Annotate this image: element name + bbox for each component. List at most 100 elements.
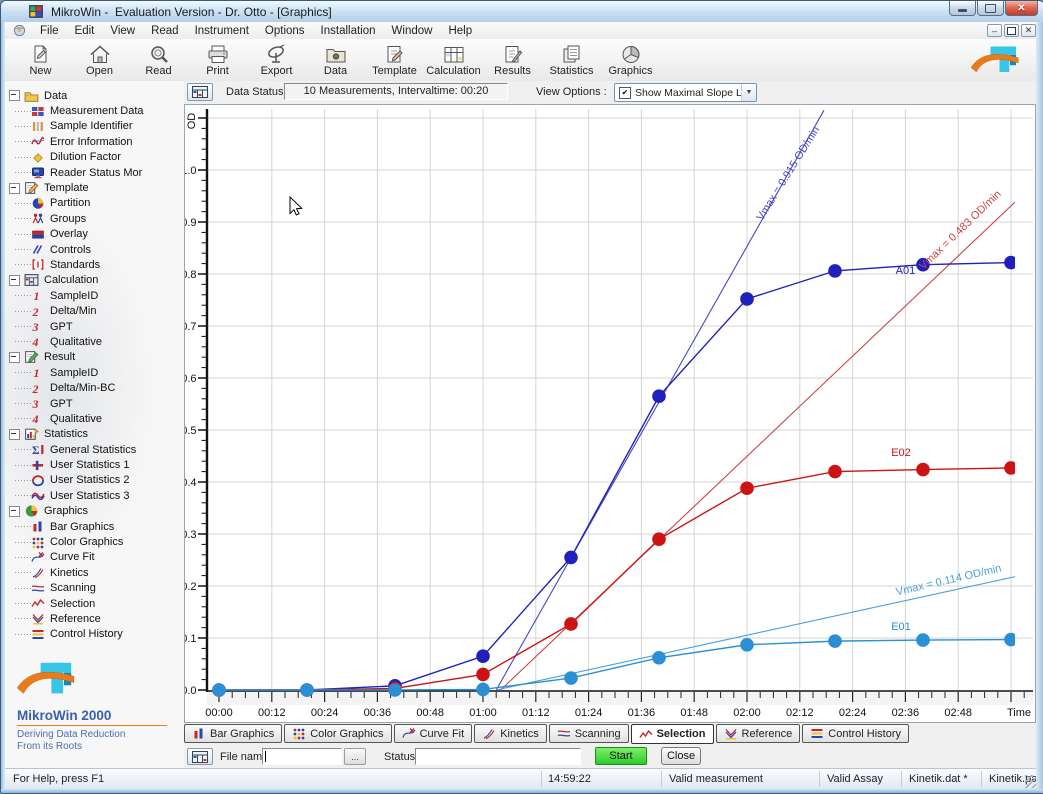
sidebar-item-dilution-factor[interactable]: Dilution Factor [5, 150, 184, 165]
start-button[interactable]: Start [595, 747, 647, 765]
people-icon [31, 212, 45, 225]
menu-item-file[interactable]: File [32, 24, 67, 38]
maximize-button[interactable] [977, 1, 1004, 16]
sidebar-item-color-graphics[interactable]: Color Graphics [5, 534, 184, 549]
tab-kinetics[interactable]: Kinetics [474, 724, 547, 743]
toolbar-open-button[interactable]: Open [70, 39, 129, 81]
sidebar-item-kinetics[interactable]: Kinetics [5, 565, 184, 580]
sidebar-item-overlay[interactable]: Overlay [5, 227, 184, 242]
menu-item-help[interactable]: Help [440, 24, 480, 38]
toolbar-statistics-button[interactable]: Statistics [542, 39, 601, 81]
file-name-input[interactable] [262, 748, 342, 765]
sidebar-item-selection[interactable]: Selection [5, 596, 184, 611]
tab-selection[interactable]: Selection [631, 724, 714, 744]
menu-item-options[interactable]: Options [257, 24, 313, 38]
sidebar-item-general-statistics[interactable]: ΣGeneral Statistics [5, 442, 184, 457]
menu-item-window[interactable]: Window [384, 24, 441, 38]
tree-collapse-box[interactable] [9, 183, 20, 194]
kinetics-icon [31, 566, 45, 579]
sidebar-item-curve-fit[interactable]: Curve Fit [5, 550, 184, 565]
toolbar-new-button[interactable]: New [11, 39, 70, 81]
sidebar-item-sampleid[interactable]: 1SampleID [5, 288, 184, 303]
sidebar-item-bar-graphics[interactable]: Bar Graphics [5, 519, 184, 534]
minimize-button[interactable] [949, 1, 976, 16]
mdi-restore-button[interactable] [1004, 24, 1019, 37]
browse-button[interactable]: ... [344, 748, 366, 765]
vbars-icon [31, 120, 45, 133]
chevron-down-icon[interactable]: ▼ [741, 84, 756, 101]
tab-color-graphics[interactable]: Color Graphics [284, 724, 391, 743]
sidebar-item-qualitative[interactable]: 4Qualitative [5, 334, 184, 349]
sidebar-item-reference[interactable]: Reference [5, 611, 184, 626]
tab-bar-graphics[interactable]: Bar Graphics [184, 724, 282, 743]
sidebar-item-user-statistics-3[interactable]: User Statistics 3 [5, 488, 184, 503]
sidebar-item-result[interactable]: Result [5, 350, 184, 365]
sidebar-item-qualitative[interactable]: 4Qualitative [5, 411, 184, 426]
toolbar-template-button[interactable]: Template [365, 39, 424, 81]
toolbar-label: New [29, 65, 51, 77]
sidebar-item-delta-min-bc[interactable]: 2Delta/Min-BC [5, 380, 184, 395]
sidebar-item-delta-min[interactable]: 2Delta/Min [5, 303, 184, 318]
svg-text:2: 2 [32, 382, 39, 395]
checkbox-checked-icon[interactable]: ✔ [619, 87, 631, 99]
sidebar-item-scanning[interactable]: Scanning [5, 581, 184, 596]
sidebar-item-label: Color Graphics [50, 536, 123, 548]
mdi-close-button[interactable]: ✕ [1021, 24, 1036, 37]
toolbar-read-button[interactable]: Read [129, 39, 188, 81]
graphics-tab-strip: Bar GraphicsColor GraphicsCurve FitKinet… [184, 723, 1036, 745]
sidebar-item-calculation[interactable]: Calculation [5, 273, 184, 288]
sidebar-item-error-information[interactable]: Error Information [5, 134, 184, 149]
toolbar-graphics-button[interactable]: Graphics [601, 39, 660, 81]
sidebar-item-sampleid[interactable]: 1SampleID [5, 365, 184, 380]
sidebar-item-data[interactable]: Data [5, 88, 184, 103]
sidebar-item-label: Qualitative [50, 413, 102, 425]
sidebar-item-measurement-data[interactable]: Measurement Data [5, 103, 184, 118]
sidebar-item-gpt[interactable]: 3GPT [5, 319, 184, 334]
sidebar-item-template[interactable]: Template [5, 180, 184, 195]
svg-text:0.4: 0.4 [185, 477, 197, 489]
tree-collapse-box[interactable] [9, 506, 20, 517]
app-window: MikroWin - Evaluation Version - Dr. Otto… [0, 0, 1043, 794]
tree-collapse-box[interactable] [9, 352, 20, 363]
sidebar-item-sample-identifier[interactable]: Sample Identifier [5, 119, 184, 134]
menu-item-view[interactable]: View [102, 24, 143, 38]
toolbar-data-button[interactable]: Data [306, 39, 365, 81]
sidebar-item-gpt[interactable]: 3GPT [5, 396, 184, 411]
tree-collapse-box[interactable] [9, 275, 20, 286]
menu-item-edit[interactable]: Edit [67, 24, 103, 38]
sidebar-item-controls[interactable]: Controls [5, 242, 184, 257]
sidebar-item-user-statistics-2[interactable]: User Statistics 2 [5, 473, 184, 488]
system-menu-icon[interactable] [13, 24, 26, 37]
file-grid-icon-button[interactable] [187, 748, 213, 765]
sidebar-item-reader-status-mor[interactable]: Reader Status Mor [5, 165, 184, 180]
view-options-dropdown[interactable]: ✔ Show Maximal Slope Line ▼ [614, 83, 757, 102]
tab-reference[interactable]: Reference [716, 724, 801, 743]
tab-curve-fit[interactable]: Curve Fit [394, 724, 473, 743]
sidebar-item-control-history[interactable]: Control History [5, 627, 184, 642]
sidebar-item-user-statistics-1[interactable]: User Statistics 1 [5, 457, 184, 472]
close-dialog-button[interactable]: Close [661, 747, 701, 765]
sidebar-item-graphics[interactable]: Graphics [5, 504, 184, 519]
sidebar-item-standards[interactable]: Standards [5, 257, 184, 272]
svg-text:00:48: 00:48 [416, 707, 444, 719]
tab-control-history[interactable]: Control History [802, 724, 909, 743]
data-grid-icon-button[interactable] [187, 83, 213, 101]
sidebar-item-partition[interactable]: Partition [5, 196, 184, 211]
toolbar-results-button[interactable]: Results [483, 39, 542, 81]
tree-collapse-box[interactable] [9, 90, 20, 101]
title-bar[interactable]: MikroWin - Evaluation Version - Dr. Otto… [1, 1, 1043, 22]
close-button[interactable]: ✕ [1005, 1, 1038, 16]
sidebar-item-groups[interactable]: Groups [5, 211, 184, 226]
tree-connector [15, 264, 31, 265]
sidebar-item-statistics[interactable]: Statistics [5, 427, 184, 442]
menu-item-read[interactable]: Read [143, 24, 187, 38]
tab-scanning[interactable]: Scanning [549, 724, 629, 743]
d1-icon: 1 [31, 289, 45, 302]
tree-collapse-box[interactable] [9, 429, 20, 440]
menu-item-instrument[interactable]: Instrument [187, 24, 257, 38]
menu-item-installation[interactable]: Installation [313, 24, 384, 38]
toolbar-export-button[interactable]: Export [247, 39, 306, 81]
toolbar-print-button[interactable]: Print [188, 39, 247, 81]
mdi-minimize-button[interactable]: – [987, 24, 1002, 37]
toolbar-calculation-button[interactable]: Calculation [424, 39, 483, 81]
